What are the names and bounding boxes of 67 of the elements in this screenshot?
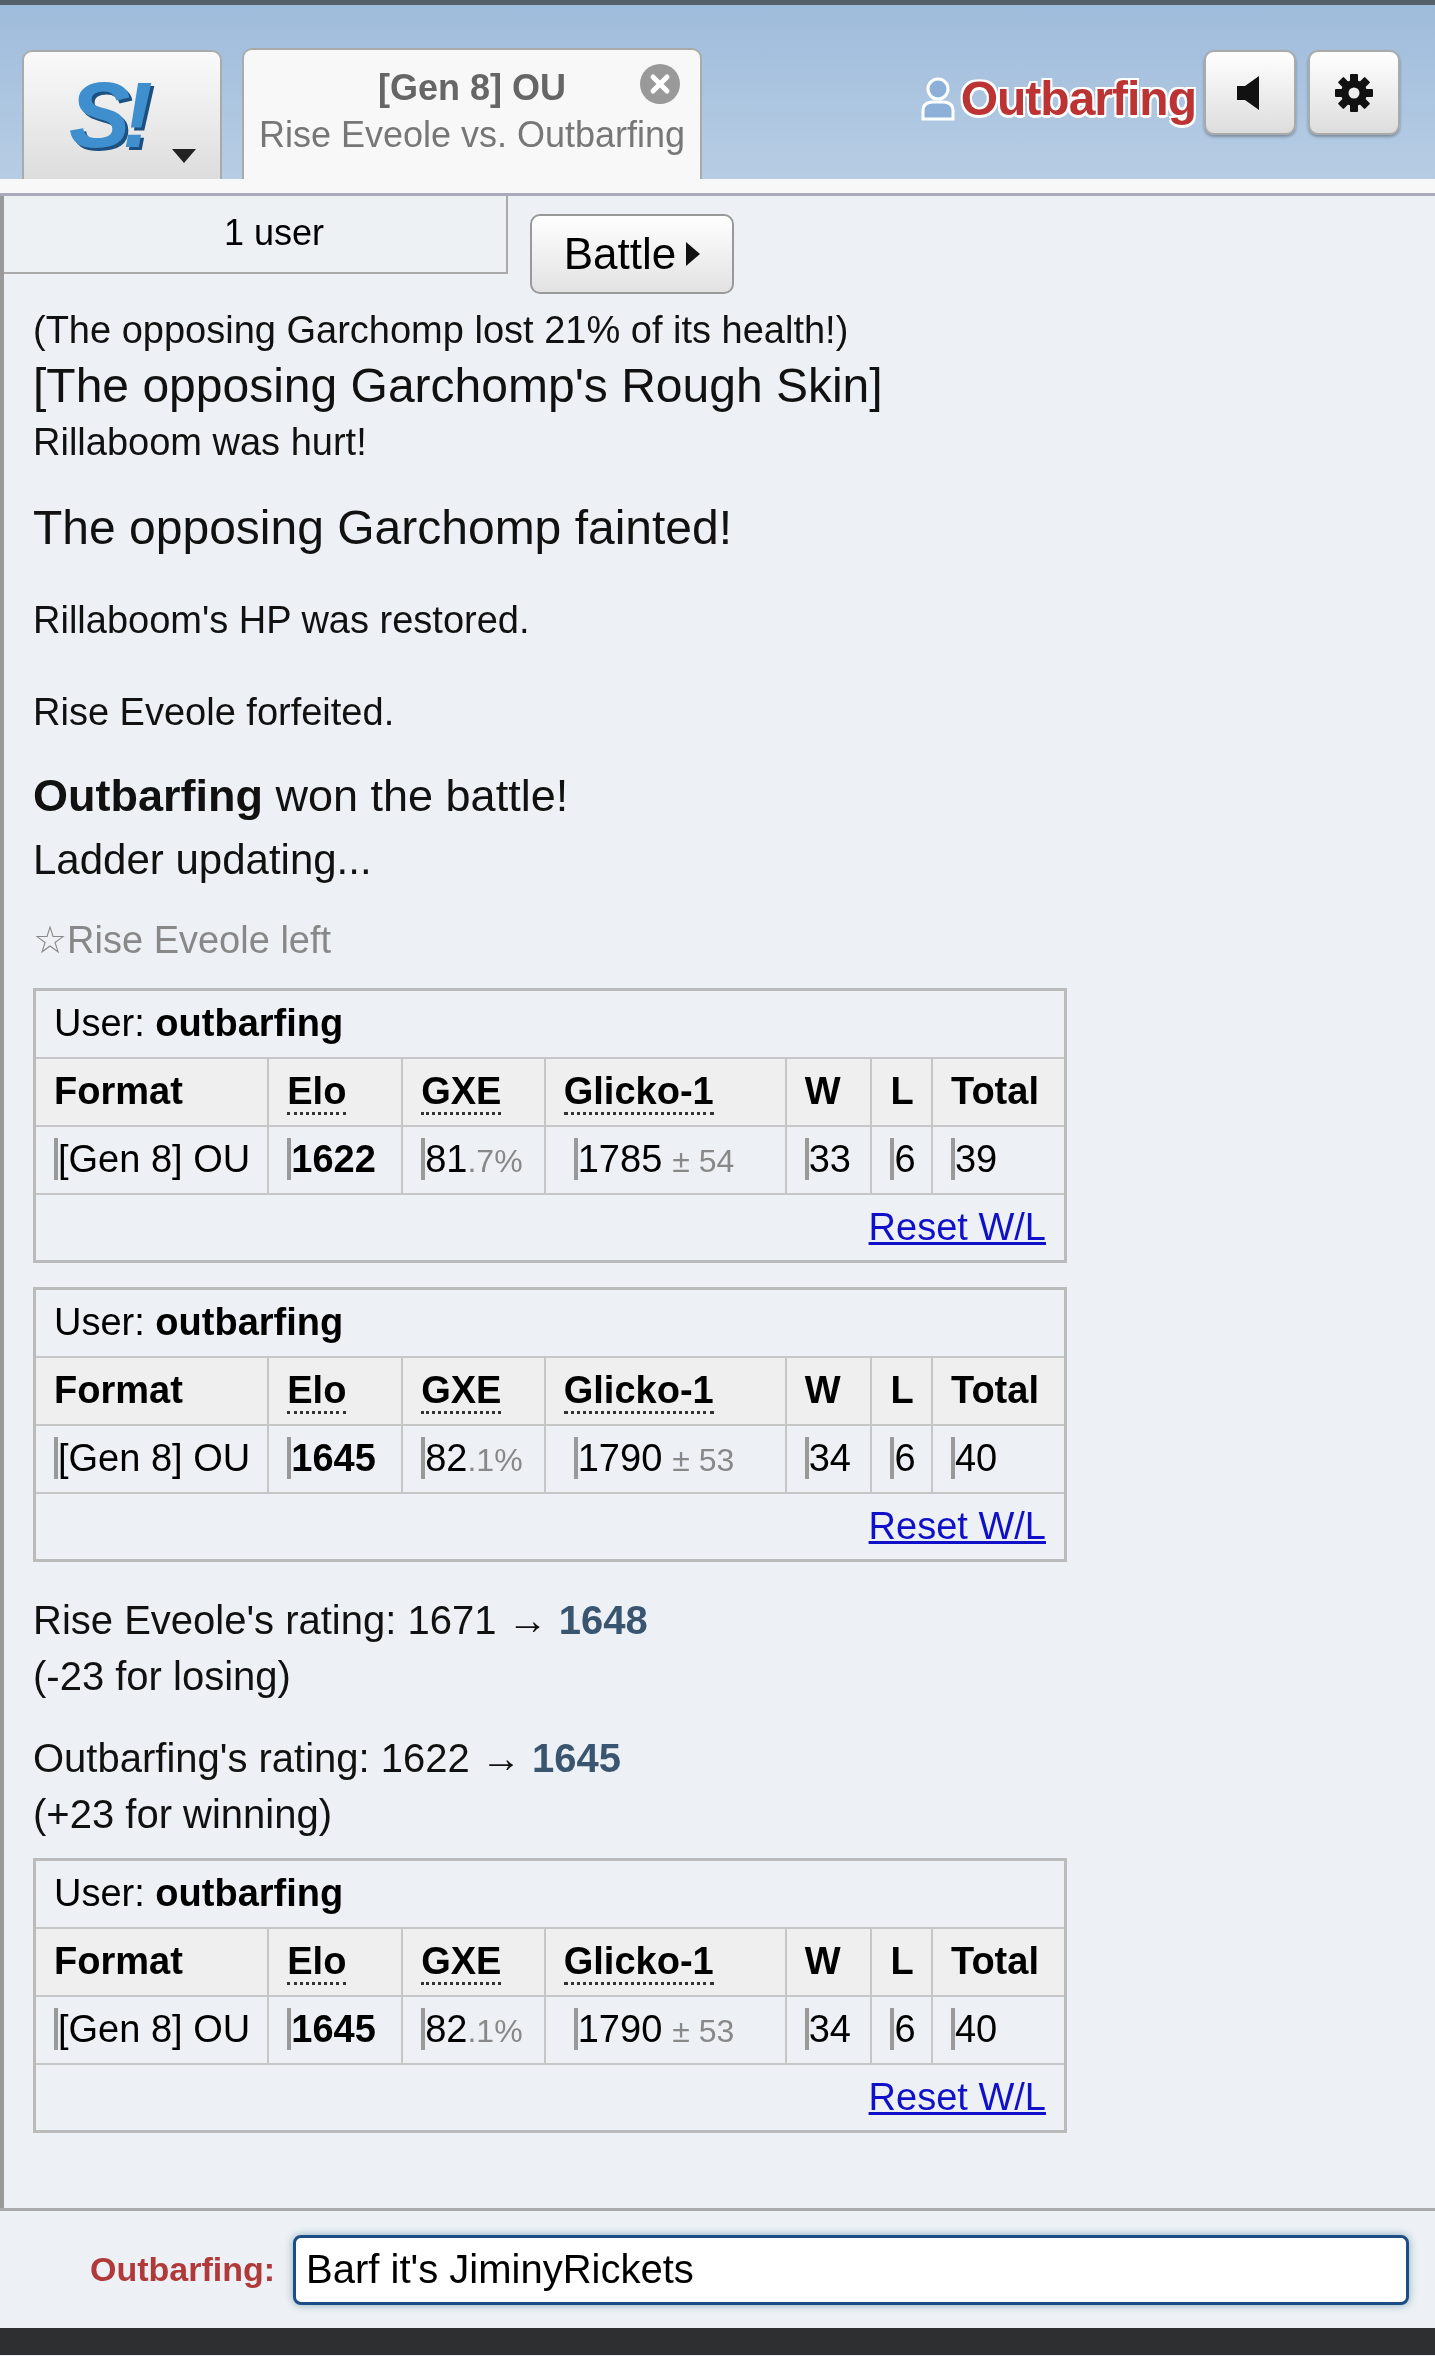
user-icon <box>920 76 955 121</box>
triangle-icon <box>686 242 701 266</box>
table-cell: [Gen 8] OU <box>34 1125 269 1194</box>
table-cell: 6 <box>871 1995 932 2064</box>
table-cell: 82.1% <box>402 1995 545 2064</box>
reset-link[interactable]: Reset W/L <box>868 2075 1046 2118</box>
close-icon[interactable] <box>640 64 680 104</box>
table-cell: [Gen 8] OU <box>34 1995 269 2064</box>
table-cell: 6 <box>871 1125 932 1194</box>
column-header: L <box>871 1057 932 1126</box>
battle-tab[interactable]: [Gen 8] OU Rise Eveole vs. Outbarfing <box>242 48 702 179</box>
chat-username: Outbarfing: <box>90 2250 276 2289</box>
column-header: Format <box>34 1927 269 1996</box>
column-header: Glicko-1 <box>544 1927 786 1996</box>
settings-icon <box>1334 72 1374 113</box>
table-cell: 33 <box>785 1125 872 1194</box>
user-count-button[interactable]: 1 user <box>4 196 508 274</box>
column-header: GXE <box>402 1057 545 1126</box>
column-header: Elo <box>268 1356 403 1425</box>
table-cell: 34 <box>785 1995 872 2064</box>
rating-change: Rise Eveole's rating: 1671 → 1648 <box>33 1597 649 1644</box>
battle-message: Rillaboom was hurt! <box>33 420 368 465</box>
column-header: L <box>871 1927 932 1996</box>
reset-link[interactable]: Reset W/L <box>868 1504 1046 1547</box>
table-cell: 1645 <box>268 1424 403 1493</box>
table-cell: 1622 <box>268 1125 403 1194</box>
rating-detail: (-23 for losing) <box>33 1653 292 1700</box>
ladder-message: Ladder updating... <box>33 835 373 885</box>
table-cell: 1790 ± 53 <box>544 1995 786 2064</box>
column-header: L <box>871 1356 932 1425</box>
table-cell: 82.1% <box>402 1424 545 1493</box>
column-header: Total <box>932 1057 1066 1126</box>
column-header: Glicko-1 <box>544 1356 786 1425</box>
table-cell: 1790 ± 53 <box>544 1424 786 1493</box>
chat-input-field[interactable]: Barf it's JiminyRickets <box>293 2234 1410 2305</box>
sound-button[interactable] <box>1204 50 1296 135</box>
column-header: Format <box>34 1057 269 1126</box>
table-cell: 81.7% <box>402 1125 545 1194</box>
column-header: W <box>785 1057 872 1126</box>
rating-detail: (+23 for winning) <box>33 1791 334 1838</box>
column-header: Total <box>932 1927 1066 1996</box>
column-header: Format <box>34 1356 269 1425</box>
table-cell: 34 <box>785 1424 872 1493</box>
battle-message: Rillaboom's HP was restored. <box>33 598 531 643</box>
leave-message: ☆Rise Eveole left <box>33 918 333 963</box>
rating-change: Outbarfing's rating: 1622 → 1645 <box>33 1735 622 1782</box>
caret-icon <box>172 149 196 163</box>
battle-message: Rise Eveole forfeited. <box>33 690 396 735</box>
battle-message: (The opposing Garchomp lost 21% of its health!) <box>33 308 850 353</box>
battle-message: The opposing Garchomp fainted! <box>33 500 734 556</box>
column-header: Elo <box>268 1057 403 1126</box>
column-header: Glicko-1 <box>544 1057 786 1126</box>
battle-button[interactable]: Battle <box>530 214 734 294</box>
column-header: W <box>785 1927 872 1996</box>
table-cell: 1645 <box>268 1995 403 2064</box>
column-header: Elo <box>268 1927 403 1996</box>
reset-link[interactable]: Reset W/L <box>868 1205 1046 1248</box>
table-cell: 6 <box>871 1424 932 1493</box>
column-header: Total <box>932 1356 1066 1425</box>
column-header: GXE <box>402 1356 545 1425</box>
win-message: Outbarfing won the battle! <box>33 769 570 823</box>
table-cell: [Gen 8] OU <box>34 1424 269 1493</box>
column-header: W <box>785 1356 872 1425</box>
column-header: GXE <box>402 1927 545 1996</box>
ability-message: [The opposing Garchomp's Rough Skin] <box>33 358 884 414</box>
settings-button[interactable] <box>1308 50 1400 135</box>
table-cell: 1785 ± 54 <box>544 1125 786 1194</box>
